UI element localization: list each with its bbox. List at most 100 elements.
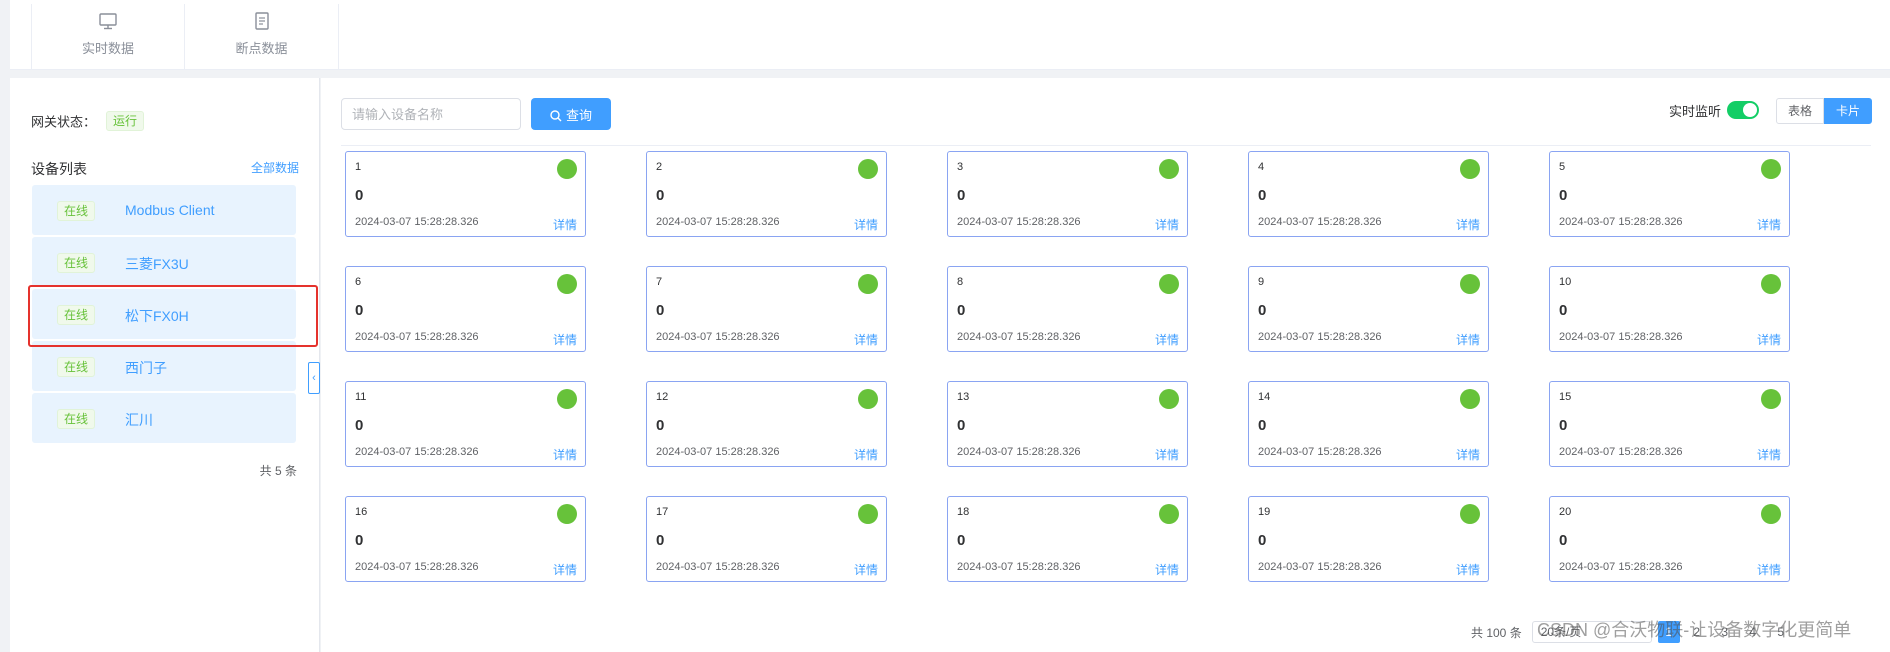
card-value: 0	[1559, 532, 1568, 549]
card-detail-link[interactable]: 详情	[1757, 216, 1781, 233]
card-detail-link[interactable]: 详情	[553, 331, 577, 348]
card-timestamp: 2024-03-07 15:28:28.326	[656, 216, 780, 228]
status-dot-icon	[1159, 274, 1179, 294]
card-detail-link[interactable]: 详情	[854, 446, 878, 463]
status-dot-icon	[557, 274, 577, 294]
card-number: 8	[957, 276, 964, 288]
card-number: 2	[656, 161, 663, 173]
card-detail-link[interactable]: 详情	[854, 216, 878, 233]
device-item-mitsubishi-fx3u[interactable]: 在线 三菱FX3U	[32, 237, 296, 287]
tab-realtime-label: 实时数据	[81, 41, 134, 56]
card-detail-link[interactable]: 详情	[1456, 446, 1480, 463]
card-number: 11	[355, 391, 367, 403]
status-dot-icon	[1761, 159, 1781, 179]
device-card: 8 0 2024-03-07 15:28:28.326 详情	[947, 266, 1188, 352]
collapse-sidebar-button[interactable]: ‹	[308, 362, 320, 394]
realtime-monitor-toggle[interactable]	[1727, 101, 1759, 119]
card-timestamp: 2024-03-07 15:28:28.326	[1559, 561, 1683, 573]
card-value: 0	[656, 532, 665, 549]
status-dot-icon	[858, 389, 878, 409]
device-card: 5 0 2024-03-07 15:28:28.326 详情	[1549, 151, 1790, 237]
card-detail-link[interactable]: 详情	[1155, 216, 1179, 233]
card-value: 0	[1258, 187, 1267, 204]
card-number: 1	[355, 161, 362, 173]
card-timestamp: 2024-03-07 15:28:28.326	[1258, 446, 1382, 458]
card-detail-link[interactable]: 详情	[1155, 561, 1179, 578]
card-detail-link[interactable]: 详情	[1757, 561, 1781, 578]
card-detail-link[interactable]: 详情	[854, 331, 878, 348]
device-search-input[interactable]	[341, 98, 521, 130]
card-number: 5	[1559, 161, 1566, 173]
card-detail-link[interactable]: 详情	[1757, 331, 1781, 348]
status-dot-icon	[1761, 274, 1781, 294]
card-detail-link[interactable]: 详情	[553, 216, 577, 233]
card-timestamp: 2024-03-07 15:28:28.326	[957, 216, 1081, 228]
device-card: 19 0 2024-03-07 15:28:28.326 详情	[1248, 496, 1489, 582]
card-timestamp: 2024-03-07 15:28:28.326	[355, 216, 479, 228]
query-button[interactable]: 查询	[531, 98, 611, 130]
card-detail-link[interactable]: 详情	[553, 561, 577, 578]
card-number: 13	[957, 391, 970, 403]
device-card: 15 0 2024-03-07 15:28:28.326 详情	[1549, 381, 1790, 467]
device-card: 10 0 2024-03-07 15:28:28.326 详情	[1549, 266, 1790, 352]
card-timestamp: 2024-03-07 15:28:28.326	[957, 561, 1081, 573]
device-card: 14 0 2024-03-07 15:28:28.326 详情	[1248, 381, 1489, 467]
card-value: 0	[1559, 302, 1568, 319]
card-value: 0	[1258, 302, 1267, 319]
tab-realtime-data[interactable]: 实时数据	[31, 4, 185, 70]
card-timestamp: 2024-03-07 15:28:28.326	[1258, 216, 1382, 228]
card-timestamp: 2024-03-07 15:28:28.326	[1559, 331, 1683, 343]
device-card: 20 0 2024-03-07 15:28:28.326 详情	[1549, 496, 1790, 582]
card-timestamp: 2024-03-07 15:28:28.326	[1258, 331, 1382, 343]
view-table-button[interactable]: 表格	[1776, 98, 1825, 124]
device-card: 9 0 2024-03-07 15:28:28.326 详情	[1248, 266, 1489, 352]
card-number: 14	[1258, 391, 1271, 403]
card-number: 10	[1559, 276, 1572, 288]
card-detail-link[interactable]: 详情	[1456, 561, 1480, 578]
device-card: 13 0 2024-03-07 15:28:28.326 详情	[947, 381, 1188, 467]
device-card: 4 0 2024-03-07 15:28:28.326 详情	[1248, 151, 1489, 237]
card-detail-link[interactable]: 详情	[1155, 446, 1179, 463]
card-detail-link[interactable]: 详情	[1456, 216, 1480, 233]
device-card: 2 0 2024-03-07 15:28:28.326 详情	[646, 151, 887, 237]
card-number: 6	[355, 276, 362, 288]
device-item-siemens[interactable]: 在线 西门子	[32, 341, 296, 391]
card-value: 0	[1559, 187, 1568, 204]
device-name: 汇川	[125, 412, 153, 428]
card-detail-link[interactable]: 详情	[1155, 331, 1179, 348]
device-card: 6 0 2024-03-07 15:28:28.326 详情	[345, 266, 586, 352]
view-card-button[interactable]: 卡片	[1824, 98, 1873, 124]
device-card: 11 0 2024-03-07 15:28:28.326 详情	[345, 381, 586, 467]
device-total: 共 5 条	[259, 464, 297, 478]
card-detail-link[interactable]: 详情	[1757, 446, 1781, 463]
device-card: 3 0 2024-03-07 15:28:28.326 详情	[947, 151, 1188, 237]
device-item-inovance[interactable]: 在线 汇川	[32, 393, 296, 443]
tab-breakpoint-label: 断点数据	[235, 41, 288, 56]
card-timestamp: 2024-03-07 15:28:28.326	[1559, 446, 1683, 458]
card-value: 0	[656, 417, 665, 434]
card-number: 9	[1258, 276, 1265, 288]
status-dot-icon	[1159, 159, 1179, 179]
device-name: 西门子	[125, 360, 167, 376]
view-mode-switch: 表格 卡片	[1776, 98, 1873, 124]
card-number: 18	[957, 506, 970, 518]
tab-breakpoint-data[interactable]: 断点数据	[185, 4, 339, 70]
selection-highlight	[28, 285, 318, 347]
card-value: 0	[1258, 417, 1267, 434]
status-dot-icon	[557, 504, 577, 524]
status-dot-icon	[1159, 504, 1179, 524]
card-detail-link[interactable]: 详情	[1456, 331, 1480, 348]
status-dot-icon	[557, 389, 577, 409]
card-detail-link[interactable]: 详情	[553, 446, 577, 463]
card-number: 17	[656, 506, 669, 518]
card-detail-link[interactable]: 详情	[854, 561, 878, 578]
device-card: 12 0 2024-03-07 15:28:28.326 详情	[646, 381, 887, 467]
status-dot-icon	[1460, 504, 1480, 524]
card-timestamp: 2024-03-07 15:28:28.326	[1258, 561, 1382, 573]
status-dot-icon	[858, 159, 878, 179]
card-value: 0	[957, 187, 966, 204]
device-item-modbus-client[interactable]: 在线 Modbus Client	[32, 185, 296, 235]
card-number: 4	[1258, 161, 1265, 173]
all-data-link[interactable]: 全部数据	[251, 159, 299, 176]
watermark: CSDN @合沃物联-让设备数字化更简单	[1537, 620, 1852, 640]
